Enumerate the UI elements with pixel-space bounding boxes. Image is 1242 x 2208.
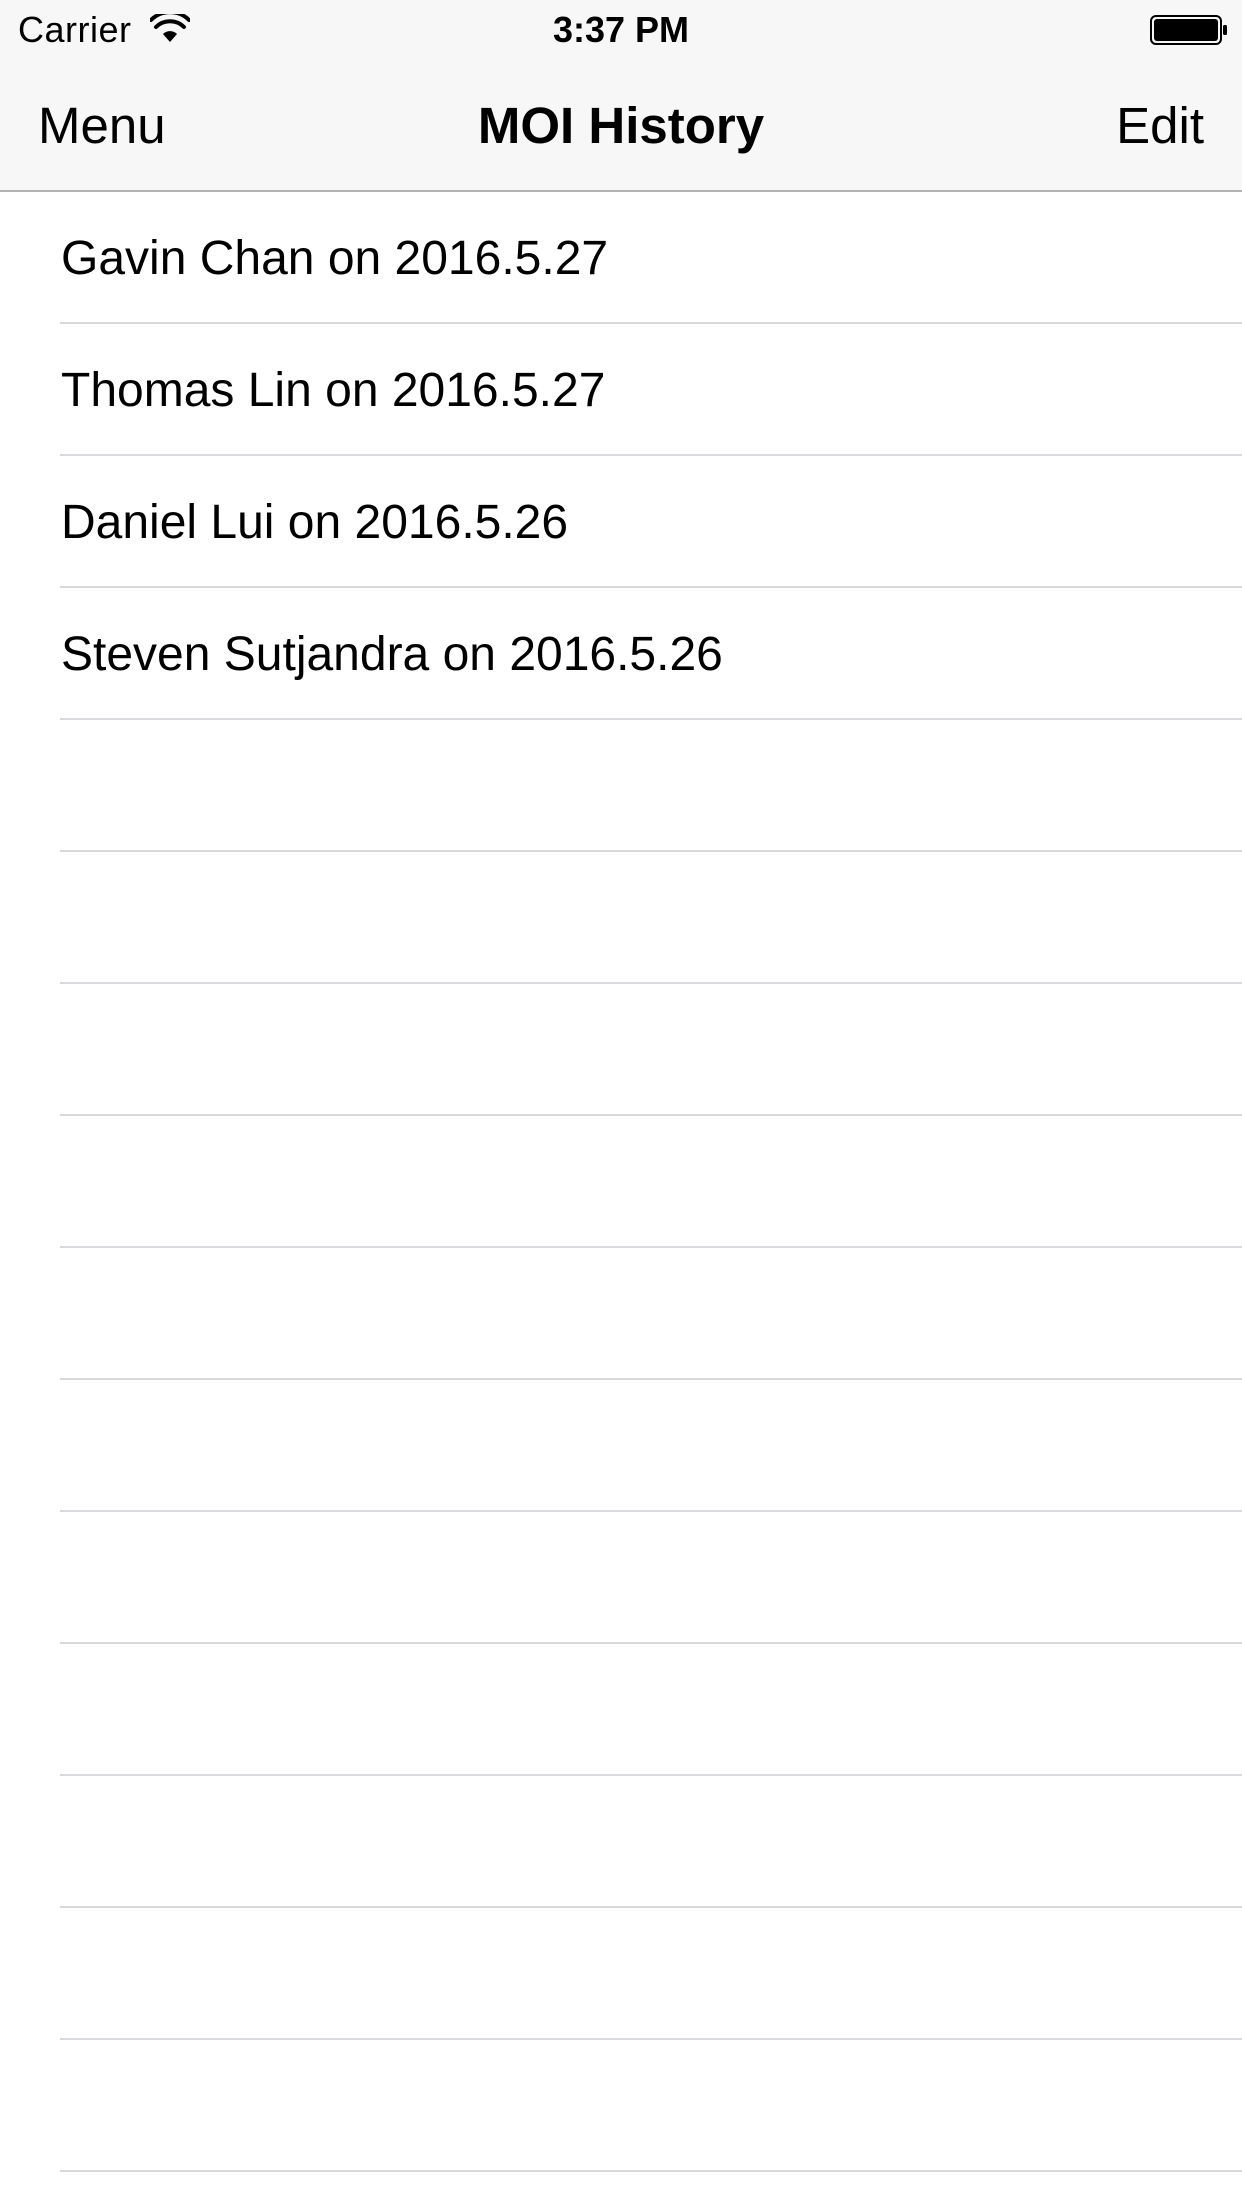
top-chrome: Carrier 3:37 PM Menu MOI History Edit: [0, 0, 1242, 192]
empty-table-row: [0, 1908, 1242, 2040]
empty-table-row: [0, 984, 1242, 1116]
row-label: Gavin Chan on 2016.5.27: [61, 232, 609, 285]
page-title: MOI History: [477, 97, 765, 154]
edit-button[interactable]: Edit: [1116, 98, 1204, 154]
empty-table-row: [0, 1776, 1242, 1908]
navigation-bar: Menu MOI History Edit: [0, 60, 1242, 190]
status-bar: Carrier 3:37 PM: [0, 0, 1242, 60]
empty-table-row: [0, 1512, 1242, 1644]
empty-table-row: [0, 1248, 1242, 1380]
table-row[interactable]: Daniel Lui on 2016.5.26: [0, 456, 1242, 588]
table-row[interactable]: Thomas Lin on 2016.5.27: [0, 324, 1242, 456]
empty-table-row: [0, 1116, 1242, 1248]
empty-table-row: [0, 720, 1242, 852]
table-row[interactable]: Steven Sutjandra on 2016.5.26: [0, 588, 1242, 720]
moi-history-screen: Carrier 3:37 PM Menu MOI History Edit Ga…: [0, 0, 1242, 2208]
table-row[interactable]: Gavin Chan on 2016.5.27: [0, 192, 1242, 324]
empty-table-row: [0, 2040, 1242, 2172]
empty-table-row: [0, 2172, 1242, 2208]
row-label: Thomas Lin on 2016.5.27: [61, 364, 606, 417]
row-label: Daniel Lui on 2016.5.26: [61, 496, 569, 549]
history-table[interactable]: Gavin Chan on 2016.5.27 Thomas Lin on 20…: [0, 192, 1242, 2208]
empty-table-row: [0, 1380, 1242, 1512]
battery-icon: [1150, 15, 1227, 45]
row-label: Steven Sutjandra on 2016.5.26: [61, 628, 723, 681]
empty-table-row: [0, 852, 1242, 984]
empty-table-row: [0, 1644, 1242, 1776]
status-time: 3:37 PM: [552, 9, 690, 50]
